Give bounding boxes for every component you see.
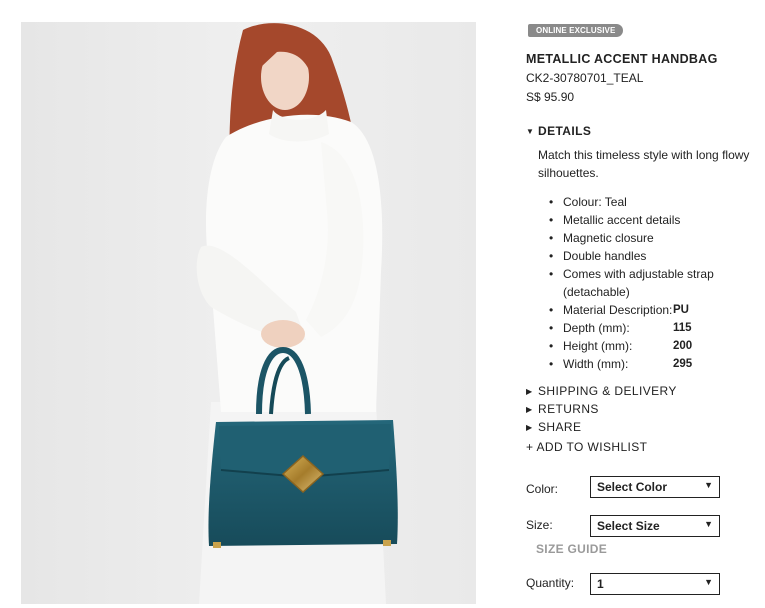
color-label: Color: [526,482,559,496]
spec-label: Width (mm): [563,357,629,371]
returns-label: RETURNS [538,402,599,416]
dropdown-arrow-icon: ▼ [704,519,713,529]
caret-right-icon: ▶ [526,404,533,414]
list-item: Magnetic closure [549,229,759,247]
spec-item: Width (mm): 295 [549,355,759,373]
quantity-select-value: 1 [597,577,604,591]
product-description: Match this timeless style with long flow… [538,148,750,180]
spec-item: Height (mm): 200 [549,337,759,355]
model-with-handbag-illustration [21,22,476,604]
shipping-delivery-toggle[interactable]: ▶ SHIPPING & DELIVERY [526,384,677,398]
spec-label: Material Description: [563,303,673,317]
list-item: Metallic accent details [549,211,759,229]
color-select-value: Select Color [597,480,668,494]
caret-down-icon: ▼ [526,126,535,136]
product-price: S$ 95.90 [526,90,575,104]
dropdown-arrow-icon: ▼ [704,480,713,490]
share-toggle[interactable]: ▶ SHARE [526,420,581,434]
list-item: Double handles [549,247,759,265]
list-item: Colour: Teal [549,193,759,211]
caret-right-icon: ▶ [526,422,533,432]
dropdown-arrow-icon: ▼ [704,577,713,587]
spec-item: Depth (mm): 115 [549,319,759,337]
size-select[interactable]: Select Size ▼ [590,515,720,537]
caret-right-icon: ▶ [526,386,533,396]
product-image[interactable] [21,22,476,604]
details-toggle[interactable]: ▼ DETAILS [526,124,591,138]
share-label: SHARE [538,420,582,434]
online-exclusive-badge: ONLINE EXCLUSIVE [528,24,624,37]
spec-label: Depth (mm): [563,321,630,335]
shipping-delivery-label: SHIPPING & DELIVERY [538,384,677,398]
list-item: Comes with adjustable strap (detachable) [549,265,759,301]
product-sku: CK2-30780701_TEAL [526,71,644,85]
spec-item: Material Description:PU [549,301,759,319]
quantity-select[interactable]: 1 ▼ [590,573,720,595]
spec-value: 115 [673,322,692,334]
quantity-label: Quantity: [526,576,575,590]
feature-list: Colour: Teal Metallic accent details Mag… [549,193,759,373]
spec-label: Height (mm): [563,339,633,353]
size-select-value: Select Size [597,519,660,533]
spec-value: PU [673,304,689,316]
size-guide-link[interactable]: SIZE GUIDE [536,542,607,556]
product-title: METALLIC ACCENT HANDBAG [526,52,718,66]
add-to-wishlist-link[interactable]: + ADD TO WISHLIST [526,440,647,454]
returns-toggle[interactable]: ▶ RETURNS [526,402,599,416]
details-heading: DETAILS [538,124,592,138]
spec-value: 295 [673,358,693,370]
spec-value: 200 [673,340,693,352]
color-select[interactable]: Select Color ▼ [590,476,720,498]
size-label: Size: [526,518,553,532]
